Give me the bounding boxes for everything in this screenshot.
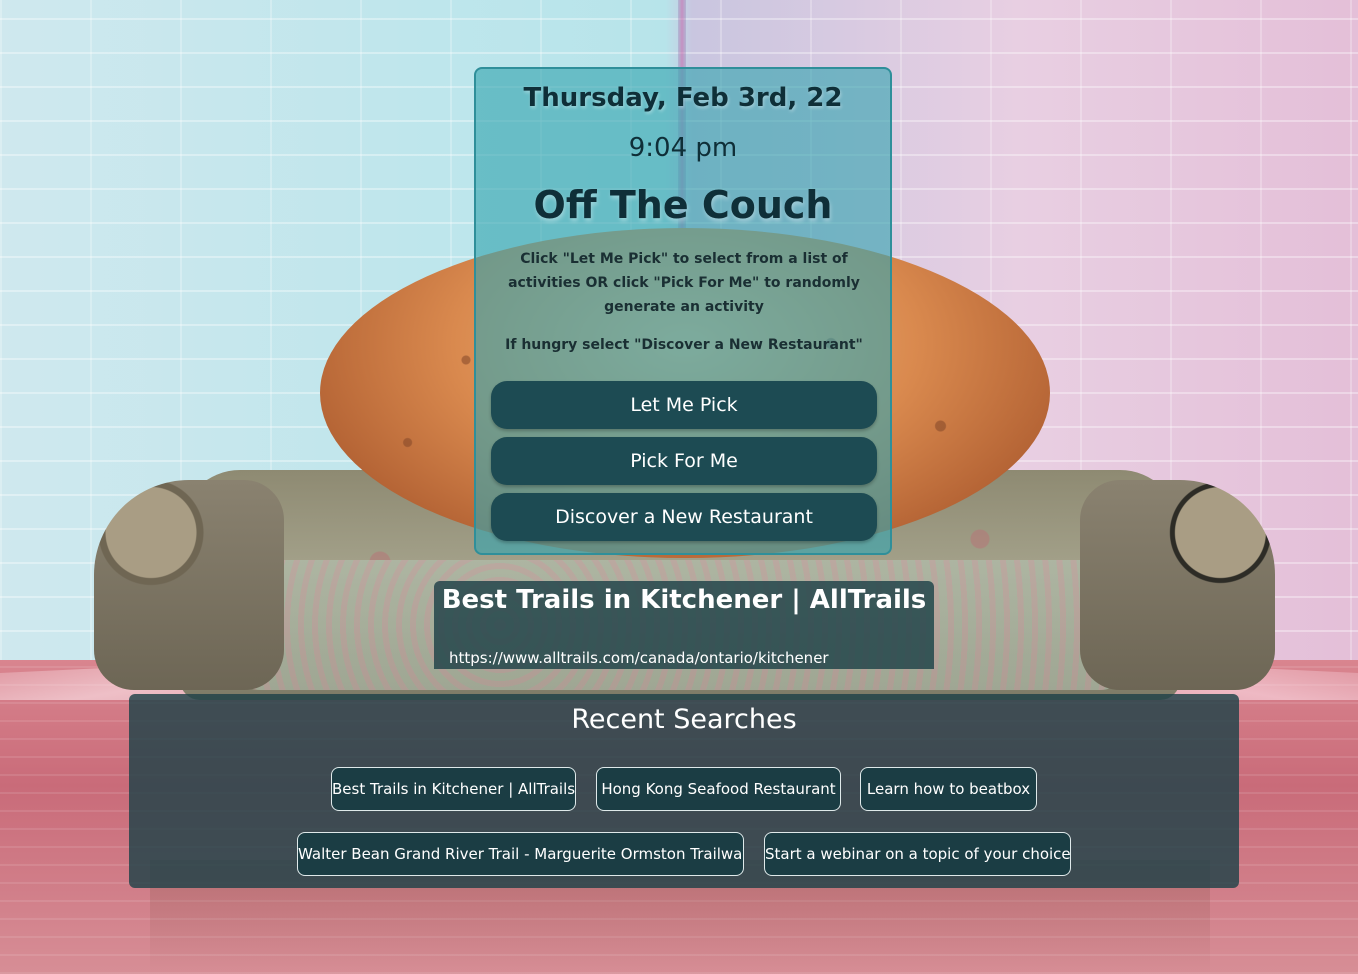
couch-right-arm-image bbox=[1080, 480, 1275, 690]
let-me-pick-button[interactable]: Let Me Pick bbox=[491, 381, 877, 429]
couch-left-arm-image bbox=[94, 480, 284, 690]
recent-search-item[interactable]: Start a webinar on a topic of your choic… bbox=[764, 832, 1071, 876]
result-title-link[interactable]: Best Trails in Kitchener | AllTrails bbox=[434, 585, 934, 615]
recent-search-item[interactable]: Learn how to beatbox bbox=[860, 767, 1037, 811]
instructions-text: Click "Let Me Pick" to select from a lis… bbox=[508, 251, 860, 315]
app-title: Off The Couch bbox=[533, 183, 833, 227]
hungry-hint-text: If hungry select "Discover a New Restaur… bbox=[505, 337, 863, 353]
recent-searches-title: Recent Searches bbox=[571, 704, 797, 735]
recent-search-item[interactable]: Hong Kong Seafood Restaurant bbox=[596, 767, 841, 811]
background-scene: Thursday, Feb 3rd, 22 9:04 pm Off The Co… bbox=[0, 0, 1358, 974]
recent-search-item[interactable]: Walter Bean Grand River Trail - Margueri… bbox=[297, 832, 744, 876]
search-result-panel: Best Trails in Kitchener | AllTrails htt… bbox=[434, 581, 934, 669]
pick-for-me-button[interactable]: Pick For Me bbox=[491, 437, 877, 485]
current-time: 9:04 pm bbox=[628, 133, 738, 163]
recent-searches-panel: Recent Searches Best Trails in Kitchener… bbox=[129, 694, 1239, 888]
discover-restaurant-button[interactable]: Discover a New Restaurant bbox=[491, 493, 877, 541]
result-url[interactable]: https://www.alltrails.com/canada/ontario… bbox=[449, 649, 829, 667]
main-card: Thursday, Feb 3rd, 22 9:04 pm Off The Co… bbox=[474, 67, 892, 555]
recent-search-item[interactable]: Best Trails in Kitchener | AllTrails bbox=[331, 767, 576, 811]
current-date: Thursday, Feb 3rd, 22 bbox=[523, 83, 843, 113]
